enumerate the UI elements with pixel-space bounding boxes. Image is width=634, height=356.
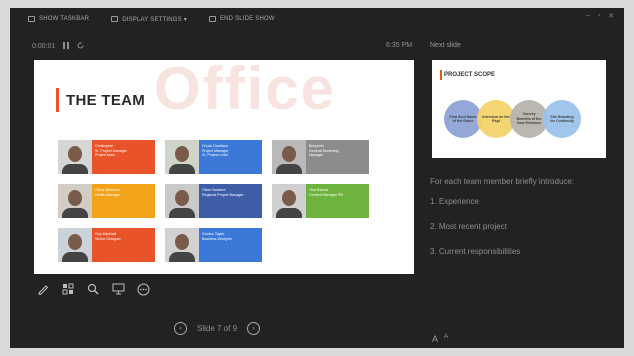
slide-timer: 0:00:01	[32, 42, 84, 51]
show-taskbar-button[interactable]: SHOW TASKBAR	[28, 16, 89, 22]
display-settings-button[interactable]: DISPLAY SETTINGS ▾	[111, 16, 187, 23]
next-slide-preview[interactable]: PROJECT SCOPE Find Soul Name of the Game…	[432, 60, 606, 158]
presenter-toolbar: SHOW TASKBAR DISPLAY SETTINGS ▾ END SLID…	[10, 8, 624, 30]
elapsed-time: 0:00:01	[32, 43, 56, 50]
black-screen-icon[interactable]	[111, 282, 125, 296]
member-info-line: Project team	[95, 153, 116, 158]
member-info: Gordon Taylor Business Designer	[199, 228, 262, 262]
next-slide-accent-bar	[440, 70, 442, 80]
team-member-card: Christopher Sr. Project Manager Project te…	[58, 140, 155, 174]
team-member-card: Benjamin General Marketing Manager	[272, 140, 369, 174]
current-time: 6:35 PM	[386, 42, 413, 49]
team-member-card: Olivia Simmons Health Manager	[58, 184, 155, 218]
next-slide-title: PROJECT SCOPE	[444, 72, 496, 78]
slide-counter[interactable]: Slide 7 of 9	[197, 324, 237, 333]
end-show-icon	[208, 16, 216, 22]
display-settings-label: DISPLAY SETTINGS ▾	[122, 16, 187, 23]
member-info: Tina Ramos Content Manager PM	[306, 184, 369, 218]
end-slide-show-button[interactable]: END SLIDE SHOW	[208, 16, 275, 22]
member-info: Olivia Simmons Health Manager	[92, 184, 155, 218]
notes-item: 2. Most recent project	[430, 222, 507, 231]
slide-title: THE TEAM	[66, 92, 146, 109]
member-photo	[58, 228, 92, 262]
member-photo	[58, 184, 92, 218]
notes-intro: For each team member briefly introduce:	[430, 177, 575, 186]
notes-item: 1. Experience	[430, 197, 479, 206]
more-options-icon[interactable]	[136, 282, 150, 296]
current-slide: Office THE TEAM Christopher Sr. Project M…	[34, 60, 414, 274]
member-info-line: Sr. Project Lead	[202, 153, 228, 158]
window-controls: – ▫ ✕	[586, 12, 614, 20]
next-slide-button[interactable]: ›	[247, 322, 261, 335]
show-taskbar-label: SHOW TASKBAR	[39, 16, 90, 22]
display-settings-icon	[111, 16, 119, 22]
presenter-view: SHOW TASKBAR DISPLAY SETTINGS ▾ END SLID…	[10, 8, 624, 348]
member-photo	[272, 184, 306, 218]
speaker-notes: For each team member briefly introduce: …	[430, 176, 600, 271]
member-info-line: Content Manager PM	[309, 192, 344, 197]
member-info: Guy Marshall Senior Designer	[92, 228, 155, 262]
minimize-icon[interactable]: –	[586, 12, 590, 20]
member-photo	[272, 140, 306, 174]
member-photo	[58, 140, 92, 174]
team-member-card: Guy Marshall Senior Designer	[58, 228, 155, 262]
increase-font-button[interactable]: A	[444, 334, 448, 344]
see-all-slides-icon[interactable]	[61, 282, 75, 296]
member-info: Benjamin General Marketing Manager	[306, 140, 369, 174]
member-info-line: Health Manager	[95, 192, 121, 197]
member-info: Oliver Bowlerd Regional Project Manager	[199, 184, 262, 218]
team-member-card: Oliver Bowlerd Regional Project Manager	[165, 184, 262, 218]
end-slide-show-label: END SLIDE SHOW	[219, 16, 275, 22]
member-info: Chuck Davidson Project Manager Sr. Project…	[199, 140, 262, 174]
zoom-icon[interactable]	[86, 282, 100, 296]
decrease-font-button[interactable]: A	[432, 334, 438, 344]
close-icon[interactable]: ✕	[608, 12, 614, 20]
slide-watermark: Office	[154, 60, 337, 122]
member-info-line: Regional Project Manager	[202, 192, 244, 197]
notes-font-controls: A A	[432, 334, 448, 344]
pause-icon[interactable]	[63, 42, 70, 51]
team-member-card: Gordon Taylor Business Designer	[165, 228, 262, 262]
title-accent-bar	[56, 88, 59, 112]
taskbar-icon	[28, 16, 35, 22]
member-info: Christopher Sr. Project Manager Project te…	[92, 140, 155, 174]
pen-tool-icon[interactable]	[36, 282, 50, 296]
notes-item: 3. Current responsibilities	[430, 247, 521, 256]
restore-icon[interactable]: ▫	[598, 12, 600, 20]
member-photo	[165, 184, 199, 218]
member-photo	[165, 140, 199, 174]
previous-slide-button[interactable]: ‹	[174, 322, 187, 335]
team-member-card: Chuck Davidson Project Manager Sr. Project…	[165, 140, 262, 174]
next-slide-label: Next slide	[430, 42, 461, 49]
member-info-line: Business Designer	[202, 236, 232, 241]
scope-circle: Site Branding for Continuity	[543, 100, 581, 138]
member-photo	[165, 228, 199, 262]
member-info-line: Senior Designer	[95, 236, 121, 241]
reset-icon[interactable]	[77, 42, 84, 51]
team-member-card: Tina Ramos Content Manager PM	[272, 184, 369, 218]
slide-tools	[36, 282, 150, 296]
member-info-line: Manager	[309, 153, 324, 158]
slide-navigation: ‹ Slide 7 of 9 ›	[174, 322, 261, 335]
